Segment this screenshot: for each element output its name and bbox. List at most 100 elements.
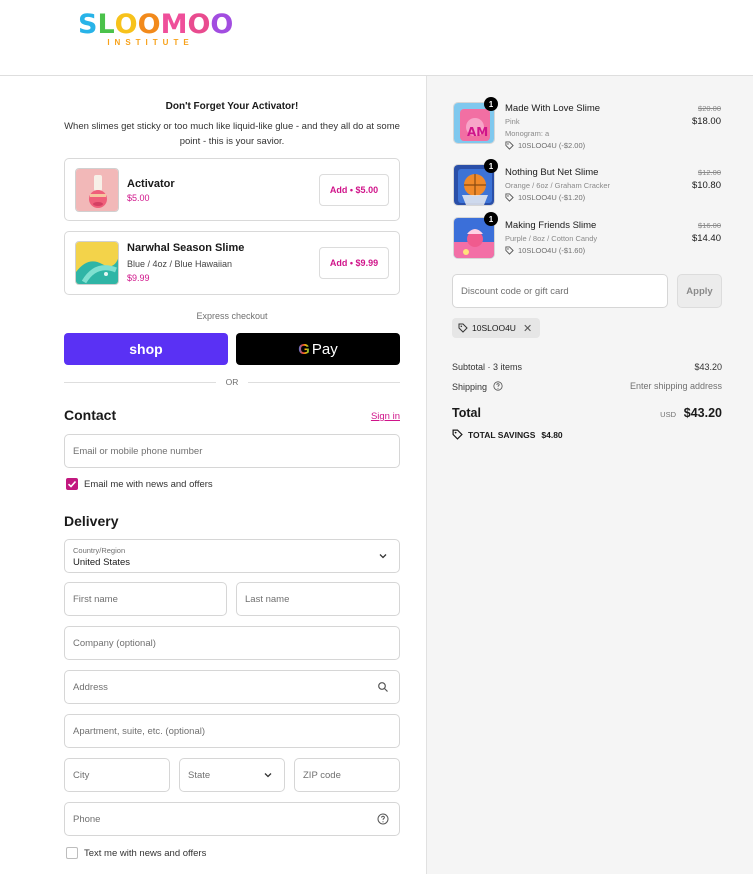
currency-code: USD	[660, 410, 676, 419]
item-name: Making Friends Slime	[505, 220, 597, 231]
add-narwhal-slime-button[interactable]: Add • $9.99	[319, 247, 389, 279]
shipping-label: Shipping	[452, 382, 488, 392]
item-original-price: $16.00	[698, 221, 721, 230]
first-name-field[interactable]: First name	[64, 582, 227, 616]
upsell-product-price: $9.99	[127, 273, 150, 283]
zip-placeholder: ZIP code	[303, 770, 341, 781]
quantity-badge: 1	[484, 212, 498, 226]
savings-value: $4.80	[541, 429, 563, 440]
state-placeholder: State	[188, 770, 211, 781]
upsell-product-name: Activator	[127, 178, 175, 190]
item-discount-text: 10SLOO4U (-$2.00)	[518, 141, 586, 150]
tag-icon	[505, 193, 514, 202]
apartment-placeholder: Apartment, suite, etc. (optional)	[73, 726, 206, 737]
delivery-title: Delivery	[64, 513, 119, 529]
city-placeholder: City	[73, 770, 90, 781]
express-checkout-label: Express checkout	[196, 311, 268, 321]
logo-letter: O	[187, 9, 211, 40]
svg-text:AM: AM	[467, 125, 488, 139]
narwhal-slime-thumbnail	[75, 241, 119, 285]
logo-letter: O	[210, 9, 234, 40]
total-savings: TOTAL SAVINGS $4.80	[452, 429, 563, 440]
text-news-label: Text me with news and offers	[84, 848, 207, 859]
first-name-placeholder: First name	[73, 594, 118, 605]
logo-wordmark: S L O O M O O	[78, 9, 233, 40]
help-circle-icon[interactable]	[492, 381, 503, 391]
contact-title: Contact	[64, 407, 117, 423]
upsell-product-price: $5.00	[127, 193, 150, 203]
upsell-product-variant: Blue / 4oz / Blue Hawaiian	[127, 259, 233, 269]
help-circle-icon[interactable]	[377, 813, 389, 825]
sign-in-link[interactable]: Sign in	[371, 411, 400, 422]
text-news-checkbox[interactable]	[66, 847, 78, 859]
zip-field[interactable]: ZIP code	[294, 758, 400, 792]
savings-label: TOTAL SAVINGS	[468, 429, 536, 440]
item-name: Nothing But Net Slime	[505, 167, 599, 178]
item-discount-text: 10SLOO4U (-$1.20)	[518, 193, 586, 202]
state-select[interactable]: State	[179, 758, 285, 792]
country-label: Country/Region	[73, 546, 126, 555]
total-value: $43.20	[683, 406, 722, 420]
item-discount: 10SLOO4U (-$1.60)	[505, 246, 585, 255]
discount-placeholder: Discount code or gift card	[461, 286, 569, 297]
subtotal-row: Subtotal · 3 items $43.20	[452, 362, 722, 372]
tag-icon	[505, 246, 514, 255]
add-activator-button[interactable]: Add • $5.00	[319, 174, 389, 206]
email-placeholder: Email or mobile phone number	[73, 446, 203, 457]
phone-placeholder: Phone	[73, 814, 101, 825]
remove-code-icon[interactable]: ✕	[523, 322, 532, 335]
logo-letter: L	[97, 9, 115, 40]
shipping-row: Shipping Enter shipping address	[452, 381, 722, 392]
last-name-field[interactable]: Last name	[236, 582, 400, 616]
brand-logo[interactable]: S L O O M O O INSTITUTE	[78, 9, 233, 54]
order-summary: AM 1 Made With Love Slime Pink Monogram:…	[426, 76, 753, 874]
item-original-price: $12.00	[698, 168, 721, 177]
shipping-value: Enter shipping address	[629, 381, 722, 391]
applied-code-text: 10SLOO4U	[472, 323, 516, 333]
chevron-down-icon	[379, 554, 387, 559]
apply-discount-button[interactable]: Apply	[677, 274, 722, 308]
checkout-form-column: Don't Forget Your Activator! When slimes…	[0, 76, 426, 874]
address-placeholder: Address	[73, 682, 108, 693]
company-field[interactable]: Company (optional)	[64, 626, 400, 660]
upsell-product-card: Activator $5.00 Add • $5.00	[64, 158, 400, 221]
google-pay-button[interactable]: G Pay	[236, 333, 400, 365]
check-icon	[67, 480, 77, 488]
item-variant: Orange / 6oz / Graham Cracker	[505, 181, 611, 190]
email-news-checkbox[interactable]	[66, 478, 78, 490]
last-name-placeholder: Last name	[245, 594, 290, 605]
company-placeholder: Company (optional)	[73, 638, 156, 649]
logo-letter: S	[78, 9, 98, 40]
activator-thumbnail	[75, 168, 119, 212]
upsell-title: Don't Forget Your Activator!	[165, 101, 299, 112]
tag-icon	[458, 323, 468, 333]
phone-field[interactable]: Phone	[64, 802, 400, 836]
search-icon	[378, 682, 388, 692]
item-price: $18.00	[691, 116, 721, 127]
email-news-label: Email me with news and offers	[84, 479, 213, 490]
item-price: $14.40	[691, 233, 721, 244]
item-price: $10.80	[691, 180, 721, 191]
item-discount-text: 10SLOO4U (-$1.60)	[518, 246, 586, 255]
google-pay-label: Pay	[311, 340, 338, 358]
discount-code-field[interactable]: Discount code or gift card	[452, 274, 668, 308]
chevron-down-icon	[264, 773, 272, 778]
total-label: Total	[452, 406, 481, 420]
item-original-price: $20.00	[698, 104, 721, 113]
or-text: OR	[225, 377, 239, 387]
apartment-field[interactable]: Apartment, suite, etc. (optional)	[64, 714, 400, 748]
email-field[interactable]: Email or mobile phone number	[64, 434, 400, 468]
city-field[interactable]: City	[64, 758, 170, 792]
address-field[interactable]: Address	[64, 670, 400, 704]
country-value: United States	[73, 557, 131, 568]
item-discount: 10SLOO4U (-$1.20)	[505, 193, 585, 202]
shop-pay-button[interactable]: shop	[64, 333, 228, 365]
tag-icon	[505, 141, 514, 150]
country-select[interactable]: Country/Region United States	[64, 539, 400, 573]
total-row: Total USD $43.20	[452, 406, 722, 420]
item-variant: Purple / 8oz / Cotton Candy	[505, 234, 598, 243]
upsell-product-card: Narwhal Season Slime Blue / 4oz / Blue H…	[64, 231, 400, 295]
subtotal-label: Subtotal · 3 items	[452, 362, 523, 372]
upsell-product-name: Narwhal Season Slime	[127, 242, 245, 254]
logo-letter: O	[114, 9, 138, 40]
